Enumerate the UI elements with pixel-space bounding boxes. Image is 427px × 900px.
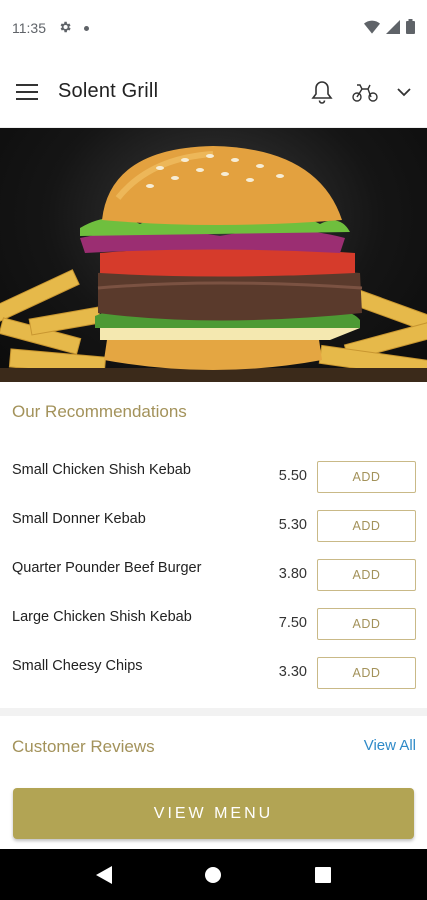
add-button[interactable]: ADD <box>317 608 416 640</box>
app-title: Solent Grill <box>58 80 159 102</box>
view-menu-button[interactable]: VIEW MENU <box>13 788 414 839</box>
battery-icon <box>406 19 415 37</box>
status-time: 11:35 <box>12 20 46 36</box>
app-bar: Solent Grill <box>0 56 427 128</box>
recommendations-list: Small Chicken Shish Kebab 5.50 ADD Small… <box>0 448 427 693</box>
add-button[interactable]: ADD <box>317 461 416 493</box>
item-price: 3.80 <box>278 566 307 582</box>
list-item: Large Chicken Shish Kebab 7.50 ADD <box>0 595 427 644</box>
add-button[interactable]: ADD <box>317 510 416 542</box>
signal-icon <box>386 19 400 37</box>
view-all-link[interactable]: View All <box>364 737 416 754</box>
item-price: 5.30 <box>278 517 307 533</box>
burger-image <box>0 146 427 382</box>
item-name: Small Donner Kebab <box>12 511 146 527</box>
list-item: Quarter Pounder Beef Burger 3.80 ADD <box>0 546 427 595</box>
recommendations-title: Our Recommendations <box>12 402 187 421</box>
list-item: Small Donner Kebab 5.30 ADD <box>0 497 427 546</box>
gear-icon <box>58 20 72 37</box>
wifi-icon <box>364 20 380 37</box>
home-icon[interactable] <box>204 866 222 884</box>
add-button[interactable]: ADD <box>317 657 416 689</box>
item-name: Quarter Pounder Beef Burger <box>12 560 202 576</box>
notification-dot-icon <box>84 25 89 31</box>
item-price: 3.30 <box>278 664 307 680</box>
section-divider <box>0 708 427 716</box>
reviews-title: Customer Reviews <box>12 737 155 756</box>
item-price: 5.50 <box>278 468 307 484</box>
item-name: Large Chicken Shish Kebab <box>12 609 192 625</box>
bell-icon[interactable] <box>311 80 333 104</box>
item-name: Small Cheesy Chips <box>12 658 143 674</box>
hero-burger-image <box>0 128 427 382</box>
system-nav-bar <box>0 849 427 900</box>
chevron-down-icon[interactable] <box>397 87 411 97</box>
menu-icon[interactable] <box>16 83 38 100</box>
list-item: Small Chicken Shish Kebab 5.50 ADD <box>0 448 427 497</box>
back-icon[interactable] <box>96 865 113 884</box>
add-button[interactable]: ADD <box>317 559 416 591</box>
status-bar: 11:35 <box>0 0 427 56</box>
recents-icon[interactable] <box>314 866 331 883</box>
list-item: Small Cheesy Chips 3.30 ADD <box>0 644 427 693</box>
item-name: Small Chicken Shish Kebab <box>12 462 191 478</box>
delivery-scooter-icon[interactable] <box>351 81 379 103</box>
item-price: 7.50 <box>278 615 307 631</box>
